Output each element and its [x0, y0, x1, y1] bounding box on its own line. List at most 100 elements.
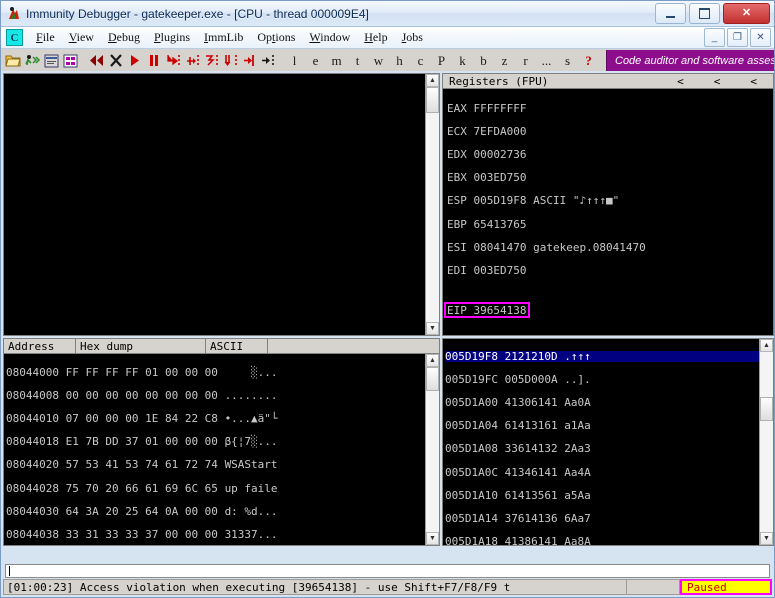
register-value-edx[interactable]: 00002736 — [474, 148, 527, 161]
stack-pane[interactable]: 005D19F8 2121210D .↑↑↑ 005D19FC 005D000A… — [442, 338, 774, 546]
step-over-icon[interactable] — [182, 51, 201, 70]
maximize-button[interactable] — [689, 3, 720, 24]
table-row[interactable]: 08044038 33 31 33 33 37 00 00 00 31337..… — [6, 529, 426, 541]
dump-address[interactable]: 08044008 — [6, 389, 59, 402]
registers-arrow-1[interactable]: < — [677, 75, 684, 88]
table-row[interactable]: 005D1A0C 41346141 Aa4A — [445, 466, 760, 479]
register-value-eip[interactable]: 39654138 — [474, 304, 527, 317]
stack-value[interactable]: 61413561 — [505, 489, 558, 502]
stack-address[interactable]: 005D1A04 — [445, 419, 498, 432]
memory-dump-pane[interactable]: Address Hex dump ASCII 08044000 FF FF FF… — [3, 338, 440, 546]
menu-item-file[interactable]: File — [29, 28, 62, 47]
dump-address[interactable]: 08044018 — [6, 435, 59, 448]
cpu-scroll-thumb[interactable] — [426, 87, 439, 113]
stack-value[interactable]: 005D000A — [505, 373, 558, 386]
advert-banner[interactable]: Code auditor and software assessment spe… — [606, 50, 774, 71]
register-row-esp[interactable]: ESP 005D19F8 ASCII "♪↑↑↑■" — [447, 195, 760, 207]
registers-pane[interactable]: Registers (FPU) < < < EAX FFFFFFFF ECX 7… — [442, 73, 774, 336]
toolbar-letter-w[interactable]: w — [368, 51, 389, 70]
table-row[interactable]: 005D1A08 33614132 2Aa3 — [445, 443, 760, 455]
toolbar-letter-l[interactable]: l — [284, 51, 305, 70]
table-row[interactable]: 08044008 00 00 00 00 00 00 00 00 .......… — [6, 389, 426, 402]
register-value-ecx[interactable]: 7EFDA000 — [474, 125, 527, 138]
register-value-esp[interactable]: 005D19F8 — [474, 194, 527, 207]
menu-item-debug[interactable]: Debug — [101, 28, 147, 47]
trace-into-icon[interactable] — [201, 51, 220, 70]
cpu-vertical-scrollbar[interactable]: ▲ ▼ — [425, 74, 439, 335]
register-row-eax[interactable]: EAX FFFFFFFF — [447, 102, 760, 115]
close-button[interactable]: ✕ — [723, 3, 770, 24]
stack-address[interactable]: 005D1A14 — [445, 512, 498, 525]
menu-item-immlib[interactable]: ImmLib — [197, 28, 250, 47]
minimize-button[interactable] — [655, 3, 686, 24]
cpu-scroll-down-icon[interactable]: ▼ — [426, 322, 439, 335]
toolbar-letter-k[interactable]: k — [452, 51, 473, 70]
segment-value-es[interactable]: 002B — [500, 333, 527, 335]
register-row-edx[interactable]: EDX 00002736 — [447, 149, 760, 161]
toolbar-letter-p[interactable]: P — [431, 51, 452, 70]
stack-vertical-scrollbar[interactable]: ▲ ▼ — [759, 339, 773, 545]
table-row[interactable]: 005D1A00 41306141 Aa0A — [445, 397, 760, 409]
dump-hex[interactable]: 57 53 41 53 74 61 72 74 — [66, 458, 218, 471]
restart-icon[interactable] — [23, 51, 42, 70]
dump-hex[interactable]: FF FF FF FF 01 00 00 00 — [66, 366, 218, 379]
stack-value[interactable]: 61413161 — [505, 419, 558, 432]
flag-row-c[interactable]: C 0 ES 002B 32bit 0(FFFFFFFF) — [447, 334, 760, 335]
step-back-icon[interactable] — [87, 51, 106, 70]
dump-hex[interactable]: 00 00 00 00 00 00 00 00 — [66, 389, 218, 402]
stack-address[interactable]: 005D19F8 — [445, 350, 498, 363]
stack-address[interactable]: 005D1A08 — [445, 442, 498, 455]
table-row[interactable]: 005D1A14 37614136 6Aa7 — [445, 513, 760, 525]
stack-scroll-up-icon[interactable]: ▲ — [760, 339, 773, 352]
stack-address[interactable]: 005D1A18 — [445, 535, 498, 545]
cpu-scroll-track[interactable] — [426, 87, 439, 322]
dump-hex[interactable]: 75 70 20 66 61 69 6C 65 — [66, 482, 218, 495]
toolbar-letter-z[interactable]: z — [494, 51, 515, 70]
run-icon[interactable] — [125, 51, 144, 70]
table-row[interactable]: 08044010 07 00 00 00 1E 84 22 C8 •...▲ä"… — [6, 413, 426, 425]
toolbar-letter-r[interactable]: r — [515, 51, 536, 70]
execute-till-cursor-icon[interactable] — [258, 51, 277, 70]
step-into-icon[interactable] — [163, 51, 182, 70]
execute-till-return-icon[interactable] — [239, 51, 258, 70]
menu-item-view[interactable]: View — [62, 28, 101, 47]
dump-scroll-track[interactable] — [426, 367, 439, 532]
dump-address[interactable]: 08044020 — [6, 458, 59, 471]
menu-item-jobs[interactable]: Jobs — [395, 28, 430, 47]
stack-value[interactable]: 41306141 — [505, 396, 558, 409]
registers-arrow-3[interactable]: < — [750, 75, 757, 88]
table-row[interactable]: 005D19FC 005D000A ..]. — [445, 373, 760, 386]
dump-header-hex[interactable]: Hex dump — [76, 339, 206, 353]
stack-scroll-down-icon[interactable]: ▼ — [760, 532, 773, 545]
stack-value[interactable]: 37614136 — [505, 512, 558, 525]
register-row-esi[interactable]: ESI 08041470 gatekeep.08041470 — [447, 241, 760, 254]
toolbar-letter-h[interactable]: h — [389, 51, 410, 70]
toolbar-letter-m[interactable]: m — [326, 51, 347, 70]
dump-hex[interactable]: E1 7B DD 37 01 00 00 00 — [66, 435, 218, 448]
table-row[interactable]: 08044020 57 53 41 53 74 61 72 74 WSAStar… — [6, 459, 426, 471]
open-folder-icon[interactable] — [4, 51, 23, 70]
menu-item-plugins[interactable]: Plugins — [147, 28, 197, 47]
dump-address[interactable]: 08044010 — [6, 412, 59, 425]
module-window-icon[interactable] — [61, 51, 80, 70]
mdi-close-button[interactable]: ✕ — [750, 28, 771, 47]
register-value-eax[interactable]: FFFFFFFF — [474, 102, 527, 115]
close-program-icon[interactable] — [106, 51, 125, 70]
table-row[interactable]: 08044028 75 70 20 66 61 69 6C 65 up fail… — [6, 482, 426, 495]
mdi-restore-button[interactable]: ❐ — [727, 28, 748, 47]
stack-value[interactable]: 2121210D — [505, 350, 558, 363]
mdi-minimize-button[interactable]: _ — [704, 28, 725, 47]
toolbar-letter-t[interactable]: t — [347, 51, 368, 70]
table-row[interactable]: 08044018 E1 7B DD 37 01 00 00 00 β{¦7░..… — [6, 436, 426, 448]
menu-item-help[interactable]: Help — [357, 28, 394, 47]
mdi-child-icon[interactable]: C — [6, 29, 23, 46]
register-row-ebp[interactable]: EBP 65413765 — [447, 218, 760, 231]
table-row[interactable]: 005D1A04 61413161 a1Aa — [445, 420, 760, 432]
cpu-disassembly-pane[interactable]: ▲ ▼ — [3, 73, 440, 336]
registers-arrow-2[interactable]: < — [714, 75, 721, 88]
log-window-icon[interactable] — [42, 51, 61, 70]
dump-header-address[interactable]: Address — [4, 339, 76, 353]
stack-value[interactable]: 41346141 — [505, 466, 558, 479]
dump-hex[interactable]: 33 31 33 33 37 00 00 00 — [66, 528, 218, 541]
dump-scroll-thumb[interactable] — [426, 367, 439, 391]
